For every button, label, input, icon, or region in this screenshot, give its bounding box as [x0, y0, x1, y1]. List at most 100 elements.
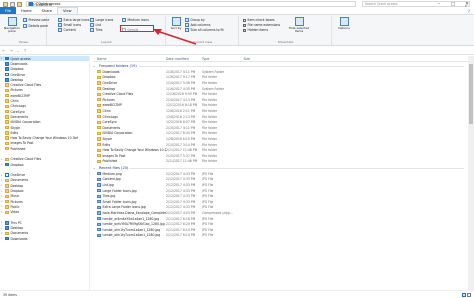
file-type: File folder [202, 80, 218, 85]
file-date: 2/11/2017 6:20 PM [166, 222, 196, 227]
nav-item-label: Downloads [10, 236, 28, 241]
file-type: File folder [202, 120, 218, 125]
file-date: 2/12/2017 4:33 PM [166, 194, 196, 199]
file-name-extensions-toggle[interactable]: ✓ File name extensions [243, 23, 280, 27]
file-date: 2/11/2017 6:18 PM [166, 216, 196, 221]
file-type: JPG File [202, 199, 214, 204]
content-icon [58, 28, 62, 32]
help-icon[interactable]: ? [468, 9, 470, 14]
layout-content[interactable]: Content [58, 28, 76, 32]
image-file-icon [97, 228, 101, 232]
preview-pane-button[interactable]: Preview pane [23, 18, 49, 22]
file-row[interactable]: tumblr_ohh1tyTvxm1s4ae1_1280.jpg 2/11/201… [93, 233, 474, 239]
folder-icon[interactable] [3, 1, 8, 7]
file-name: NVIDIA Corporation [102, 131, 133, 136]
nav-item-label: Pictures [10, 199, 23, 204]
list-icon [90, 23, 94, 27]
file-date: 1/22/2016 8:07 PM [166, 120, 196, 125]
layout-extra-large-icons[interactable]: Extra large icons [58, 18, 90, 22]
details-view-icon[interactable] [462, 292, 466, 297]
file-name: Creative Cloud Files [102, 92, 134, 97]
tab-file[interactable]: File [0, 7, 17, 14]
column-size[interactable]: Size [232, 57, 250, 61]
column-type[interactable]: Type [202, 57, 232, 61]
nav-item-label: This PC [10, 220, 22, 225]
folder-icon [4, 104, 9, 109]
hide-selected-items-button[interactable]: Hide selected items [288, 17, 310, 34]
chevron-icon[interactable]: > [0, 195, 3, 198]
properties-icon[interactable] [10, 1, 15, 7]
chevron-icon[interactable]: > [0, 227, 3, 230]
blue-icon [4, 78, 9, 82]
layout-large-icons[interactable]: Large icons [90, 18, 113, 22]
navigation-pane-button[interactable]: Navigation pane [3, 17, 21, 34]
layout-tiles[interactable]: Tiles [90, 28, 103, 32]
sort-by-icon [171, 17, 181, 26]
details-pane-icon [23, 24, 27, 28]
file-name: Dropbox [102, 75, 116, 80]
chevron-icon[interactable]: v [0, 221, 3, 224]
image-file-icon [97, 211, 101, 215]
extra-large-icons-icon [58, 18, 62, 22]
forward-arrow-icon[interactable]: → [8, 48, 14, 54]
chevron-icon[interactable]: v [0, 57, 3, 60]
nav-item[interactable]: How To Easily Change Your Windows 10 Def [0, 135, 89, 140]
chevron-icon[interactable]: > [0, 205, 3, 208]
chevron-icon[interactable]: > [0, 158, 3, 161]
back-arrow-icon[interactable]: ← [1, 48, 7, 54]
tab-home[interactable]: Home [16, 7, 37, 14]
file-date: 12/8/2016 2:11 PM [166, 108, 196, 113]
layout-label: Layout [101, 40, 112, 44]
column-date-modified[interactable]: Date modified [166, 57, 202, 61]
item-check-boxes-toggle[interactable]: Item check boxes [243, 18, 275, 22]
navigation-pane-icon [7, 17, 17, 26]
file-type: System Folder [202, 86, 225, 91]
file-row[interactable]: Published 2/11/2017 11:48 PM File folder [93, 159, 474, 165]
details-pane-button[interactable]: Details pane [23, 24, 48, 28]
folder-icon [97, 81, 101, 85]
recent-locations-icon[interactable]: ⌄ [15, 48, 21, 54]
vertical-scrollbar[interactable] [468, 56, 474, 290]
chevron-icon[interactable]: > [0, 163, 3, 166]
search-input[interactable]: Search Quick access ⌕ [362, 1, 470, 8]
chevron-icon[interactable]: > [0, 200, 3, 203]
file-date: 2/10/2017 5:37 PM [166, 153, 196, 158]
nav-item[interactable]: > Downloads [0, 236, 89, 241]
file-type: File folder [202, 159, 218, 164]
column-name[interactable]: Name [93, 57, 166, 61]
hidden-items-toggle[interactable]: ✓ Hidden items [243, 28, 268, 32]
layout-medium-icons[interactable]: Medium icons [122, 18, 149, 22]
chevron-icon[interactable]: > [0, 179, 3, 182]
up-arrow-icon[interactable]: ↑ [22, 48, 28, 54]
file-name: tumblr_onfuYMA7RV9gS6V1sd_1280.jpg [102, 222, 165, 227]
large-icons-view-icon[interactable] [467, 292, 471, 297]
tab-view[interactable]: View [57, 7, 78, 14]
file-name: tumblr_ohh1tyTvxm1s4ae1_1280.jpg [102, 233, 161, 238]
recent-file-list: Medium.png 2/12/2017 4:33 PM JPG File Conte… [93, 171, 474, 238]
annotation-arrow-icon [153, 29, 197, 45]
chevron-down-icon: ⌄ [93, 166, 96, 171]
new-folder-icon[interactable] [17, 1, 22, 7]
scrollbar-thumb[interactable] [469, 64, 473, 124]
ribbon-tabs: File Home Share View [0, 7, 474, 15]
address-bar[interactable]: › Quick access [26, 1, 356, 7]
image-file-icon [97, 233, 101, 238]
navigation-pane: v Quick access Downloads Dropbox OneDrive Des… [0, 56, 90, 290]
nav-item-label: Citrix [10, 99, 19, 104]
chevron-icon[interactable]: > [0, 237, 3, 240]
layout-small-icons[interactable]: Small icons [58, 23, 81, 27]
chevron-icon[interactable]: > [0, 190, 3, 193]
tab-share[interactable]: Share [37, 7, 57, 14]
file-date: 2/11/2017 6:14 PM [166, 227, 196, 232]
options-button[interactable]: Options [336, 17, 352, 30]
pc-icon [4, 221, 9, 225]
checkbox-checked-icon: ✓ [243, 23, 246, 27]
group-by-button[interactable]: Group by [185, 18, 205, 22]
ribbon: Navigation pane Preview pane Details pan… [0, 15, 474, 46]
layout-list[interactable]: List [90, 23, 101, 27]
chevron-icon[interactable]: v [0, 174, 3, 177]
chevron-icon[interactable]: > [0, 211, 3, 214]
chevron-icon[interactable]: > [0, 232, 3, 235]
chevron-icon[interactable]: > [0, 184, 3, 187]
file-date: 2/10/2017 3:14 PM [166, 142, 196, 147]
